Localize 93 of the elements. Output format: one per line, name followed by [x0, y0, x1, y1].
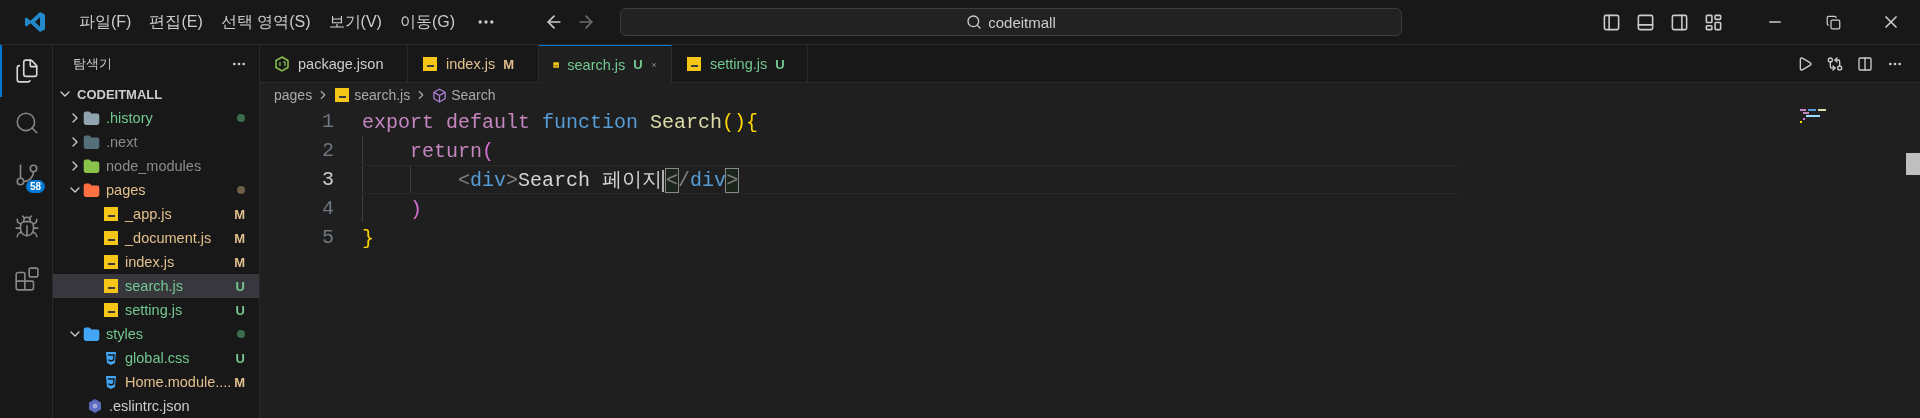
sidebar-title: 탐색기: [73, 54, 112, 73]
js-file-icon: [103, 230, 119, 246]
css-file-icon: [103, 350, 119, 366]
file-item[interactable]: index.js M: [53, 250, 259, 274]
js-file-icon: [686, 56, 702, 72]
folder-icon: [83, 157, 100, 175]
js-file-icon: [103, 278, 119, 294]
item-label: Home.module....: [125, 374, 233, 390]
split-editor-icon[interactable]: [1857, 55, 1873, 72]
search-field[interactable]: codeitmall: [620, 8, 1402, 36]
git-status-label: M: [234, 254, 245, 270]
git-status-label: U: [235, 302, 245, 318]
menu-item[interactable]: 선택 영역(S): [211, 11, 320, 33]
git-status-label: M: [503, 56, 514, 72]
hexagon-icon: [87, 398, 103, 414]
item-label: _app.js: [125, 206, 173, 222]
code-line: export default function Search(){: [362, 110, 760, 136]
js-file-icon: [103, 206, 119, 222]
file-item[interactable]: search.js U: [53, 274, 259, 298]
folder-item[interactable]: node_modules: [53, 154, 259, 178]
search-icon[interactable]: [14, 110, 40, 136]
panel-left-icon[interactable]: [1601, 12, 1621, 32]
panel-bottom-icon[interactable]: [1635, 12, 1655, 32]
bug-icon[interactable]: [14, 214, 40, 240]
item-label: .next: [106, 134, 139, 150]
item-label: setting.js: [125, 302, 184, 318]
breadcrumb-item[interactable]: pages: [274, 87, 313, 103]
file-item[interactable]: setting.js U: [53, 298, 259, 322]
symbol-icon: [432, 87, 448, 103]
breadcrumb-item[interactable]: search.js: [354, 87, 411, 103]
folder-icon: [83, 109, 100, 127]
file-item[interactable]: _app.js M: [53, 202, 259, 226]
item-label: pages: [106, 182, 147, 198]
file-item[interactable]: .eslintrc.json: [53, 394, 259, 418]
item-label: styles: [106, 326, 145, 342]
code-line: }: [362, 226, 375, 252]
compare-icon[interactable]: [1827, 55, 1843, 72]
folder-icon: [83, 133, 100, 151]
menu-item[interactable]: 파일(F): [70, 11, 141, 33]
js-file-icon: [103, 302, 119, 318]
item-label: index.js: [125, 254, 176, 270]
git-status-label: U: [235, 278, 245, 294]
app-logo-icon: [23, 10, 47, 34]
folder-item[interactable]: .next: [53, 130, 259, 154]
line-number: 5: [321, 225, 335, 251]
js-file-icon: [103, 254, 119, 270]
file-item[interactable]: _document.js M: [53, 226, 259, 250]
project-root[interactable]: CODEITMALL: [53, 82, 259, 106]
item-label: node_modules: [106, 158, 203, 174]
git-status-label: U: [775, 56, 785, 72]
git-status-label: M: [234, 374, 245, 390]
menu-item[interactable]: 편집(E): [140, 11, 212, 33]
count-badge: 58: [25, 180, 45, 193]
git-status-label: U: [235, 350, 245, 366]
item-label: global.css: [125, 350, 191, 366]
item-label: .eslintrc.json: [109, 398, 191, 414]
restore-icon[interactable]: [1825, 14, 1841, 30]
item-label: .history: [106, 110, 154, 126]
node-hexagon-icon: [274, 56, 290, 72]
code-line: ): [362, 194, 1460, 223]
editor-tab[interactable]: search.js U: [539, 45, 672, 83]
css-file-icon: [103, 374, 119, 390]
run-icon[interactable]: [1797, 55, 1813, 72]
folder-item[interactable]: .history: [53, 106, 259, 130]
js-file-icon: [422, 56, 438, 72]
git-status-label: M: [234, 230, 245, 246]
file-item[interactable]: Home.module.... M: [53, 370, 259, 394]
file-item[interactable]: global.css U: [53, 346, 259, 370]
code-line: <div>Search 페이지 </div>: [362, 165, 1460, 194]
git-status-label: U: [633, 57, 643, 72]
menu-item[interactable]: 이동(G): [390, 11, 464, 33]
git-status-label: M: [234, 206, 245, 222]
code-line: return(: [362, 136, 1460, 165]
layout-icon[interactable]: [1703, 12, 1723, 32]
line-number: 3: [321, 167, 335, 193]
item-label: search.js: [125, 278, 185, 294]
extensions-icon[interactable]: [14, 266, 40, 292]
panel-right-icon[interactable]: [1669, 12, 1689, 32]
search-icon: [966, 14, 983, 30]
folder-icon: [83, 325, 100, 343]
source-control-icon[interactable]: [14, 162, 40, 188]
folder-item[interactable]: pages: [53, 178, 259, 202]
breadcrumb-item[interactable]: Search: [451, 87, 496, 103]
menu-item[interactable]: 보기(V): [319, 11, 391, 33]
line-number: 2: [321, 138, 335, 164]
folder-item[interactable]: styles: [53, 322, 259, 346]
folder-icon: [83, 181, 100, 199]
line-number: 1: [321, 109, 335, 135]
files-icon[interactable]: [14, 58, 40, 84]
scrollbar-thumb[interactable]: [1906, 153, 1920, 175]
line-number: 4: [321, 196, 335, 222]
item-label: _document.js: [125, 230, 213, 246]
js-file-icon: [334, 87, 351, 103]
